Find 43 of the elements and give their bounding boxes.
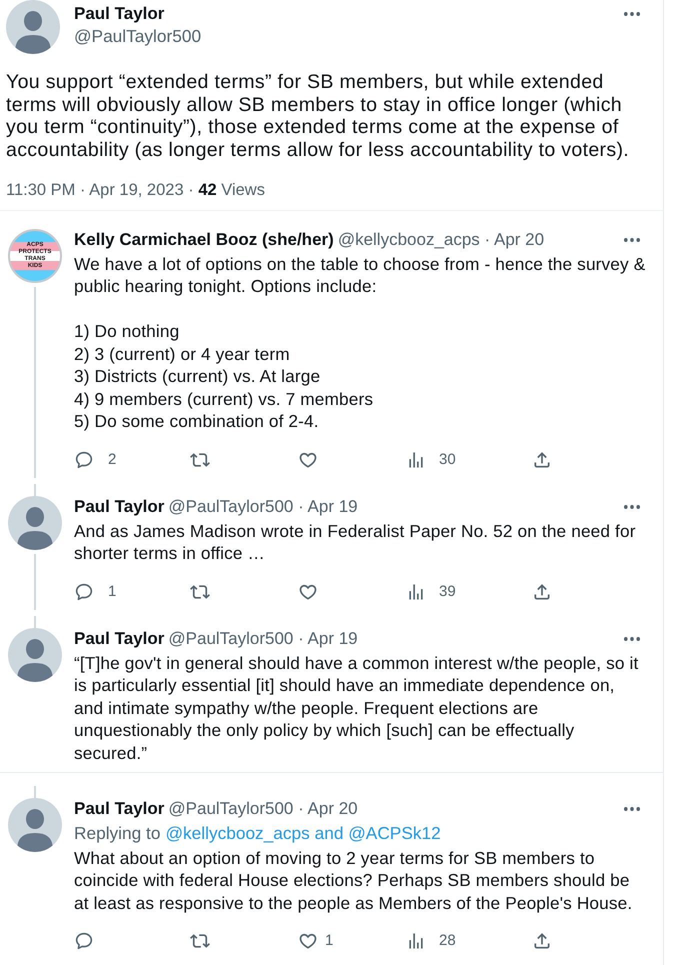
- handle-and-date: @PaulTaylor500 · Apr 19: [168, 496, 358, 517]
- author-name[interactable]: Paul Taylor: [74, 4, 202, 24]
- replying-to-label: Replying to: [74, 822, 160, 845]
- reply-text: What about an option of moving to 2 year terms for SB members to coincide with federal House elections? Perhaps SB members should be at least as responsive to the people as Members of the People's House.: [74, 846, 634, 914]
- views-button[interactable]: 39: [406, 582, 456, 602]
- more-icon[interactable]: [624, 636, 640, 641]
- like-button[interactable]: 1: [298, 931, 334, 952]
- profile-avatar[interactable]: [6, 0, 60, 54]
- author-handle[interactable]: @PaulTaylor500: [74, 26, 202, 46]
- profile-avatar[interactable]: [8, 798, 62, 852]
- reply-button[interactable]: 2: [74, 450, 116, 470]
- reply-button[interactable]: [74, 931, 94, 952]
- post-timestamp: 11:30 PM · Apr 19, 2023 · 42 Views: [6, 180, 266, 200]
- post-text: You support “extended terms” for SB members, but while extended terms will obviously allow SB members to stay in office longer (which you term “continuity”), those extended terms come at the expense of accountability (as longer terms allow for less accountability to voters).: [6, 71, 630, 162]
- share-icon: [532, 582, 552, 602]
- heart-icon: [298, 931, 318, 952]
- share-button[interactable]: [532, 582, 552, 602]
- share-icon: [532, 450, 552, 470]
- reply-button[interactable]: 1: [74, 582, 116, 602]
- more-icon[interactable]: [624, 807, 640, 812]
- handle-and-date: @PaulTaylor500 · Apr 19: [168, 628, 358, 649]
- speech-bubble-icon: [74, 450, 94, 470]
- author-name[interactable]: Paul Taylor: [74, 628, 164, 649]
- profile-avatar[interactable]: [8, 628, 62, 682]
- share-icon: [532, 931, 552, 952]
- author-name[interactable]: Kelly Carmichael Booz (she/her): [74, 230, 334, 250]
- speech-bubble-icon: [74, 931, 94, 952]
- handle-and-date: @kellycbooz_acps · Apr 20: [338, 230, 544, 250]
- more-icon[interactable]: [624, 12, 640, 16]
- share-button[interactable]: [532, 450, 552, 470]
- more-icon[interactable]: [624, 238, 640, 242]
- views-button[interactable]: 28: [406, 931, 456, 952]
- reply-text: And as James Madison wrote in Federalist Paper No. 52 on the need for shorter terms in office …: [74, 520, 637, 565]
- reply-text: “[T]he gov't in general should have a common interest w/the people, so it is particularly essential [it] should have an immediate dependence on, and intimate sympathy w/the people. Frequent elections are unquestionably the only policy by which [such] can be effectually secured.”: [74, 652, 640, 764]
- speech-bubble-icon: [74, 582, 94, 602]
- profile-avatar[interactable]: [8, 496, 62, 550]
- views-button[interactable]: 30: [406, 450, 456, 470]
- reply-text: We have a lot of options on the table to choose from - hence the survey & public hearing tonight. Options include: 1) Do nothing 2) 3 (current) or 4 year term 3) Districts (current) vs. At large 4) 9 members (current) vs. 7 members 5) Do some combination of 2-4.: [74, 252, 646, 433]
- author-name[interactable]: Paul Taylor: [74, 496, 164, 517]
- author-name[interactable]: Paul Taylor: [74, 799, 164, 820]
- more-icon[interactable]: [624, 504, 640, 509]
- handle-and-date: @PaulTaylor500 · Apr 20: [168, 799, 358, 820]
- share-button[interactable]: [532, 931, 552, 952]
